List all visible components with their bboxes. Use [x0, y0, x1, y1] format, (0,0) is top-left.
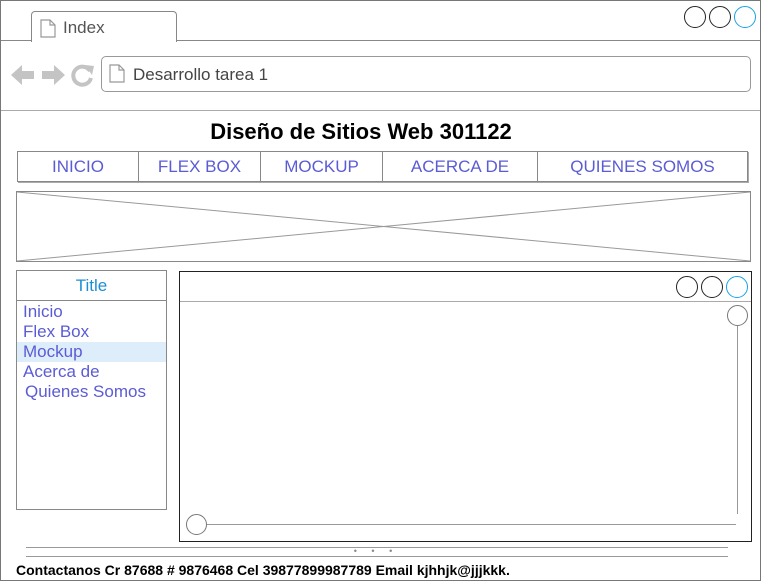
browser-window: Index Desarrollo tarea 1 Diseño de Sitio…	[0, 0, 761, 581]
sidebar-item-inicio[interactable]: Inicio	[17, 302, 166, 322]
tab-bar: Index	[1, 1, 760, 42]
content-window-controls	[676, 276, 748, 298]
banner-image-placeholder	[16, 191, 751, 262]
sidebar: Title Inicio Flex Box Mockup Acerca de Q…	[16, 270, 167, 510]
image-placeholder-icon	[17, 192, 750, 261]
minimize-icon[interactable]	[676, 276, 698, 298]
content-window	[179, 271, 752, 542]
maximize-icon[interactable]	[709, 6, 731, 28]
sidebar-list: Inicio Flex Box Mockup Acerca de Quienes…	[17, 301, 166, 402]
horizontal-scroll-thumb[interactable]	[186, 514, 207, 535]
refresh-icon[interactable]	[71, 63, 95, 92]
horizontal-scrollbar[interactable]	[206, 524, 736, 525]
menu-item-mockup[interactable]: MOCKUP	[261, 152, 383, 181]
close-icon[interactable]	[726, 276, 748, 298]
tab-index[interactable]: Index	[31, 11, 177, 42]
menu-item-inicio[interactable]: INICIO	[18, 152, 139, 181]
sidebar-item-quienes-somos[interactable]: Quienes Somos	[17, 382, 166, 402]
back-arrow-icon[interactable]	[11, 64, 35, 91]
document-icon	[109, 64, 125, 88]
menu-item-quienes-somos[interactable]: QUIENES SOMOS	[538, 152, 747, 181]
vertical-scrollbar[interactable]	[737, 314, 738, 514]
sidebar-item-flex-box[interactable]: Flex Box	[17, 322, 166, 342]
footer-contact-text: Contactanos Cr 87688 # 9876468 Cel 39877…	[16, 562, 510, 578]
forward-arrow-icon[interactable]	[41, 64, 65, 91]
window-controls	[684, 6, 756, 28]
sidebar-item-mockup[interactable]: Mockup	[17, 342, 166, 362]
sidebar-item-acerca-de[interactable]: Acerca de	[17, 362, 166, 382]
address-bar[interactable]: Desarrollo tarea 1	[101, 56, 751, 92]
tab-label: Index	[63, 18, 105, 37]
menu-item-acerca-de[interactable]: ACERCA DE	[383, 152, 538, 181]
page-title: Diseño de Sitios Web 301122	[210, 119, 512, 144]
content-window-titlebar	[180, 272, 751, 302]
menu-item-flex-box[interactable]: FLEX BOX	[139, 152, 261, 181]
footer-divider	[26, 556, 728, 557]
document-icon	[40, 19, 56, 43]
resize-handle-icon[interactable]: • • •	[1, 547, 751, 556]
address-text: Desarrollo tarea 1	[133, 65, 269, 84]
sidebar-title: Title	[17, 271, 166, 301]
maximize-icon[interactable]	[701, 276, 723, 298]
navigation-row: Desarrollo tarea 1	[1, 41, 760, 111]
close-icon[interactable]	[734, 6, 756, 28]
nav-buttons	[11, 63, 95, 92]
vertical-scroll-thumb[interactable]	[727, 305, 748, 326]
main-menu: INICIO FLEX BOX MOCKUP ACERCA DE QUIENES…	[17, 151, 748, 182]
minimize-icon[interactable]	[684, 6, 706, 28]
